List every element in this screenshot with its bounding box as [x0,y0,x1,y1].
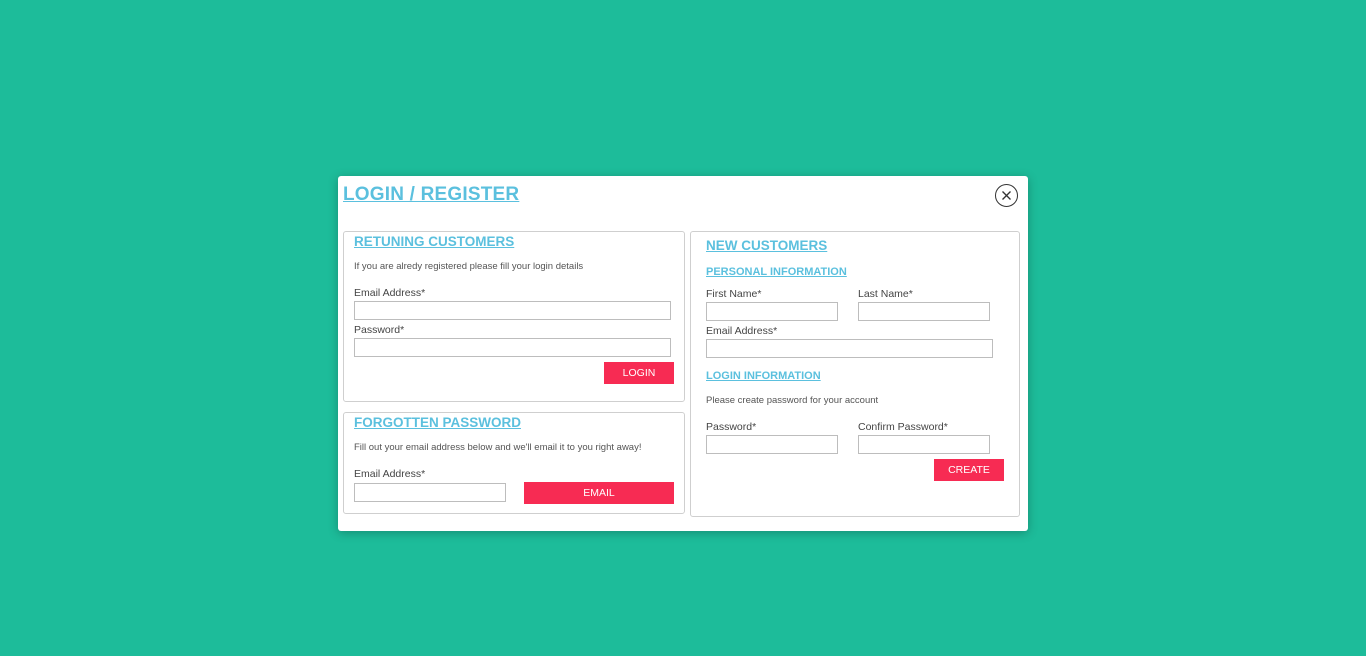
first-name-input[interactable] [706,302,838,321]
forgot-help-text: Fill out your email address below and we… [354,442,642,453]
returning-customers-panel: RETUNING CUSTOMERS If you are alredy reg… [343,231,685,402]
forgotten-password-title[interactable]: FORGOTTEN PASSWORD [354,415,521,430]
modal-title[interactable]: LOGIN / REGISTER [343,184,519,206]
close-button[interactable] [995,184,1018,207]
last-name-input[interactable] [858,302,990,321]
returning-help-text: If you are alredy registered please fill… [354,261,584,272]
returning-password-input[interactable] [354,338,671,357]
new-password-input[interactable] [706,435,838,454]
login-button[interactable]: LOGIN [604,362,674,384]
login-information-title[interactable]: LOGIN INFORMATION [706,370,821,382]
returning-password-label: Password* [354,324,405,336]
last-name-label: Last Name* [858,288,913,300]
confirm-password-input[interactable] [858,435,990,454]
new-password-label: Password* [706,421,757,433]
login-register-modal: LOGIN / REGISTER RETUNING CUSTOMERS If y… [338,176,1028,531]
confirm-password-label: Confirm Password* [858,421,948,433]
first-name-label: First Name* [706,288,762,300]
returning-email-label: Email Address* [354,287,426,299]
new-customers-panel: NEW CUSTOMERS PERSONAL INFORMATION First… [690,231,1020,517]
new-email-input[interactable] [706,339,993,358]
returning-email-input[interactable] [354,301,671,320]
personal-information-title[interactable]: PERSONAL INFORMATION [706,266,847,278]
forgot-email-input[interactable] [354,483,506,502]
new-email-label: Email Address* [706,325,778,337]
email-button[interactable]: EMAIL [524,482,674,504]
forgot-email-label: Email Address* [354,468,426,480]
returning-customers-title[interactable]: RETUNING CUSTOMERS [354,234,514,249]
close-icon [1002,191,1011,200]
create-button[interactable]: CREATE [934,459,1004,481]
new-customers-title[interactable]: NEW CUSTOMERS [706,238,827,253]
login-help-text: Please create password for your account [706,395,879,406]
forgotten-password-panel: FORGOTTEN PASSWORD Fill out your email a… [343,412,685,514]
